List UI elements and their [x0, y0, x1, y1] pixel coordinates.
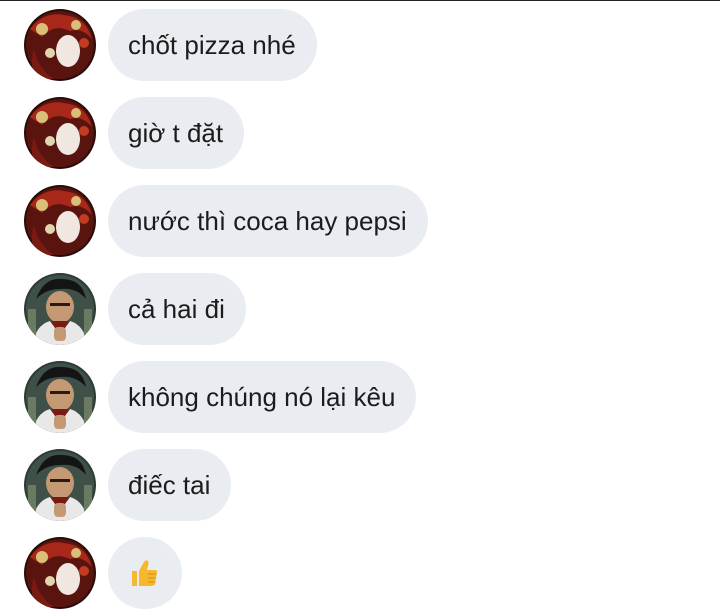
message-bubble[interactable]: chốt pizza nhé	[108, 9, 317, 81]
message-text: nước thì coca hay pepsi	[128, 205, 407, 236]
message-bubble[interactable]: nước thì coca hay pepsi	[108, 185, 428, 257]
message-row: không chúng nó lại kêu	[24, 361, 417, 433]
message-row: chốt pizza nhé	[24, 9, 317, 81]
dark-hair-avatar[interactable]	[24, 449, 96, 521]
message-bubble[interactable]: giờ t đặt	[108, 97, 245, 169]
thumbs-up-icon	[128, 557, 160, 589]
top-divider	[0, 0, 720, 1]
message-text: giờ t đặt	[128, 117, 224, 148]
message-bubble[interactable]: điếc tai	[108, 449, 232, 521]
red-hair-avatar[interactable]	[24, 185, 96, 257]
message-row: cả hai đi	[24, 273, 246, 345]
message-text: không chúng nó lại kêu	[128, 381, 396, 412]
message-text: cả hai đi	[128, 293, 225, 324]
message-row: điếc tai	[24, 449, 232, 521]
red-hair-avatar[interactable]	[24, 537, 96, 609]
message-bubble[interactable]: không chúng nó lại kêu	[108, 361, 417, 433]
message-row: nước thì coca hay pepsi	[24, 185, 428, 257]
message-row	[24, 537, 182, 609]
red-hair-avatar[interactable]	[24, 9, 96, 81]
message-text: chốt pizza nhé	[128, 29, 296, 60]
red-hair-avatar[interactable]	[24, 97, 96, 169]
dark-hair-avatar[interactable]	[24, 361, 96, 433]
message-text: điếc tai	[128, 469, 211, 500]
message-bubble[interactable]	[108, 537, 182, 609]
message-row: giờ t đặt	[24, 97, 245, 169]
dark-hair-avatar[interactable]	[24, 273, 96, 345]
message-bubble[interactable]: cả hai đi	[108, 273, 246, 345]
